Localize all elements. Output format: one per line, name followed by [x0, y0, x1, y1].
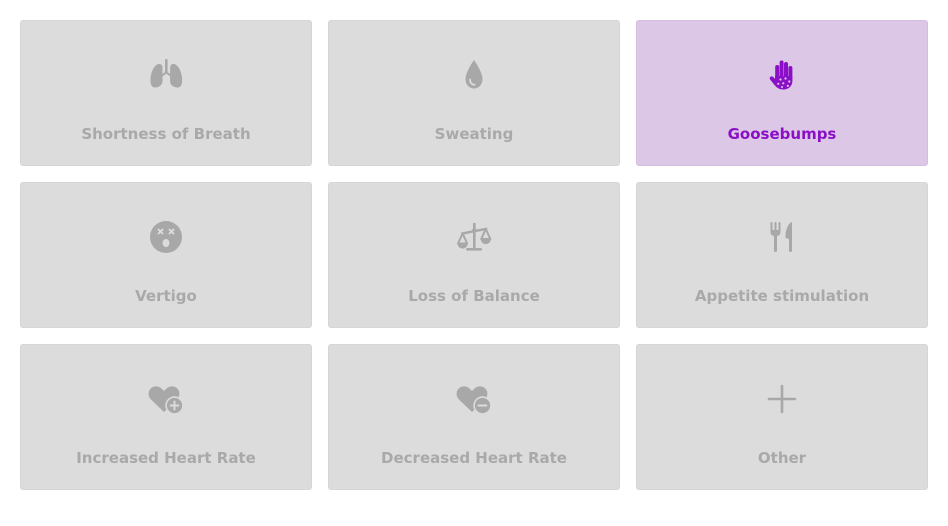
symptom-label: Vertigo — [135, 287, 197, 305]
scale-balanced-icon — [454, 219, 494, 255]
symptom-label: Appetite stimulation — [694, 287, 870, 305]
symptom-tile-increased-heart-rate[interactable]: Increased Heart Rate — [20, 344, 312, 490]
droplet-icon — [454, 57, 494, 93]
symptom-tile-sweating[interactable]: Sweating — [328, 20, 620, 166]
utensils-icon — [762, 219, 802, 255]
symptom-label: Shortness of Breath — [81, 125, 251, 143]
dizzy-face-icon — [146, 219, 186, 255]
symptom-label: Increased Heart Rate — [76, 449, 256, 467]
symptom-label: Goosebumps — [727, 125, 837, 143]
heart-plus-icon — [146, 381, 186, 417]
symptom-tile-appetite-stimulation[interactable]: Appetite stimulation — [636, 182, 928, 328]
symptom-grid: Shortness of Breath Sweating Goosebumps … — [20, 20, 928, 490]
symptom-tile-vertigo[interactable]: Vertigo — [20, 182, 312, 328]
symptom-tile-shortness-of-breath[interactable]: Shortness of Breath — [20, 20, 312, 166]
symptom-label: Other — [757, 449, 807, 467]
symptom-label: Decreased Heart Rate — [381, 449, 567, 467]
hand-dots-icon — [762, 57, 802, 93]
symptom-label: Sweating — [434, 125, 514, 143]
lungs-icon — [146, 57, 186, 93]
symptom-tile-goosebumps[interactable]: Goosebumps — [636, 20, 928, 166]
plus-icon — [762, 381, 802, 417]
symptom-tile-other[interactable]: Other — [636, 344, 928, 490]
symptom-tile-decreased-heart-rate[interactable]: Decreased Heart Rate — [328, 344, 620, 490]
symptom-tile-loss-of-balance[interactable]: Loss of Balance — [328, 182, 620, 328]
heart-minus-icon — [454, 381, 494, 417]
symptom-label: Loss of Balance — [408, 287, 540, 305]
